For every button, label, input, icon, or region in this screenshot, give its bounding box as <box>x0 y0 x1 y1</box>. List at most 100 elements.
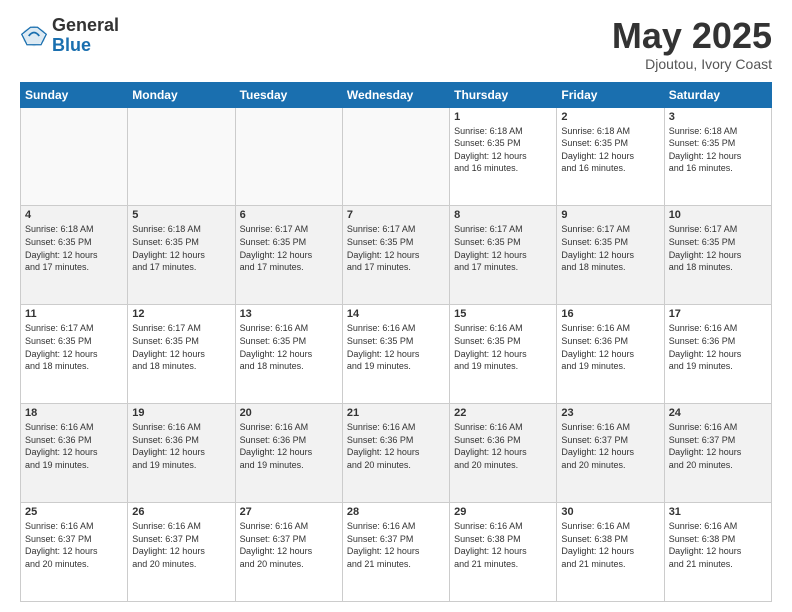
day-info: Sunrise: 6:17 AM Sunset: 6:35 PM Dayligh… <box>561 223 659 273</box>
day-number: 25 <box>25 506 123 518</box>
table-row: 21Sunrise: 6:16 AM Sunset: 6:36 PM Dayli… <box>342 404 449 503</box>
day-info: Sunrise: 6:17 AM Sunset: 6:35 PM Dayligh… <box>454 223 552 273</box>
table-row: 22Sunrise: 6:16 AM Sunset: 6:36 PM Dayli… <box>450 404 557 503</box>
calendar-week-row: 18Sunrise: 6:16 AM Sunset: 6:36 PM Dayli… <box>21 404 772 503</box>
col-wednesday: Wednesday <box>342 82 449 107</box>
day-info: Sunrise: 6:16 AM Sunset: 6:38 PM Dayligh… <box>561 520 659 570</box>
day-info: Sunrise: 6:16 AM Sunset: 6:38 PM Dayligh… <box>454 520 552 570</box>
day-info: Sunrise: 6:18 AM Sunset: 6:35 PM Dayligh… <box>669 125 767 175</box>
day-number: 3 <box>669 111 767 123</box>
table-row: 17 Sunrise: 6:16 AM Sunset: 6:36 PM Dayli… <box>664 305 771 404</box>
day-info: Sunrise: 6:16 AM Sunset: 6:35 PM Dayligh… <box>454 322 552 372</box>
day-info: Sunrise: 6:16 AM Sunset: 6:37 PM Dayligh… <box>347 520 445 570</box>
logo-text: General Blue <box>52 16 119 56</box>
table-row: 6 Sunrise: 6:17 AM Sunset: 6:35 PM Daylig… <box>235 206 342 305</box>
table-row: 27Sunrise: 6:16 AM Sunset: 6:37 PM Dayli… <box>235 503 342 602</box>
calendar-week-row: 25 Sunrise: 6:16 AM Sunset: 6:37 PM Dayli… <box>21 503 772 602</box>
table-row <box>342 107 449 206</box>
day-number: 20 <box>240 407 338 419</box>
table-row: 24Sunrise: 6:16 AM Sunset: 6:37 PM Dayli… <box>664 404 771 503</box>
day-number: 2 <box>561 111 659 123</box>
day-number: 6 <box>240 209 338 221</box>
table-row: 12 Sunrise: 6:17 AM Sunset: 6:35 PM Dayli… <box>128 305 235 404</box>
day-info: Sunrise: 6:18 AM Sunset: 6:35 PM Dayligh… <box>25 223 123 273</box>
day-number: 7 <box>347 209 445 221</box>
day-info: Sunrise: 6:16 AM Sunset: 6:35 PM Dayligh… <box>240 322 338 372</box>
day-number: 23 <box>561 407 659 419</box>
table-row <box>128 107 235 206</box>
day-info: Sunrise: 6:17 AM Sunset: 6:35 PM Dayligh… <box>25 322 123 372</box>
day-info: Sunrise: 6:17 AM Sunset: 6:35 PM Dayligh… <box>240 223 338 273</box>
day-info: Sunrise: 6:16 AM Sunset: 6:37 PM Dayligh… <box>25 520 123 570</box>
table-row: 28 Sunrise: 6:16 AM Sunset: 6:37 PM Dayli… <box>342 503 449 602</box>
day-number: 17 <box>669 308 767 320</box>
table-row: 25 Sunrise: 6:16 AM Sunset: 6:37 PM Dayli… <box>21 503 128 602</box>
day-number: 5 <box>132 209 230 221</box>
col-tuesday: Tuesday <box>235 82 342 107</box>
day-number: 12 <box>132 308 230 320</box>
calendar-week-row: 11 Sunrise: 6:17 AM Sunset: 6:35 PM Dayli… <box>21 305 772 404</box>
day-number: 14 <box>347 308 445 320</box>
table-row: 18Sunrise: 6:16 AM Sunset: 6:36 PM Dayli… <box>21 404 128 503</box>
day-info: Sunrise: 6:16 AM Sunset: 6:36 PM Dayligh… <box>669 322 767 372</box>
day-info: Sunrise: 6:18 AM Sunset: 6:35 PM Dayligh… <box>454 125 552 175</box>
day-number: 31 <box>669 506 767 518</box>
logo-general-text: General <box>52 16 119 36</box>
title-location: Djoutou, Ivory Coast <box>612 56 772 72</box>
day-number: 8 <box>454 209 552 221</box>
table-row: 10 Sunrise: 6:17 AM Sunset: 6:35 PM Dayli… <box>664 206 771 305</box>
day-number: 27 <box>240 506 338 518</box>
table-row: 9Sunrise: 6:17 AM Sunset: 6:35 PM Daylig… <box>557 206 664 305</box>
day-number: 13 <box>240 308 338 320</box>
logo-blue-text: Blue <box>52 36 119 56</box>
day-info: Sunrise: 6:17 AM Sunset: 6:35 PM Dayligh… <box>669 223 767 273</box>
table-row: 13 Sunrise: 6:16 AM Sunset: 6:35 PM Dayli… <box>235 305 342 404</box>
day-number: 29 <box>454 506 552 518</box>
table-row: 5Sunrise: 6:18 AM Sunset: 6:35 PM Daylig… <box>128 206 235 305</box>
col-monday: Monday <box>128 82 235 107</box>
table-row: 4 Sunrise: 6:18 AM Sunset: 6:35 PM Daylig… <box>21 206 128 305</box>
col-sunday: Sunday <box>21 82 128 107</box>
table-row <box>21 107 128 206</box>
day-number: 10 <box>669 209 767 221</box>
table-row: 11 Sunrise: 6:17 AM Sunset: 6:35 PM Dayli… <box>21 305 128 404</box>
day-info: Sunrise: 6:16 AM Sunset: 6:36 PM Dayligh… <box>132 421 230 471</box>
day-info: Sunrise: 6:16 AM Sunset: 6:36 PM Dayligh… <box>454 421 552 471</box>
logo: General Blue <box>20 16 119 56</box>
table-row: 26 Sunrise: 6:16 AM Sunset: 6:37 PM Dayli… <box>128 503 235 602</box>
day-info: Sunrise: 6:16 AM Sunset: 6:36 PM Dayligh… <box>561 322 659 372</box>
day-info: Sunrise: 6:16 AM Sunset: 6:36 PM Dayligh… <box>240 421 338 471</box>
table-row: 14 Sunrise: 6:16 AM Sunset: 6:35 PM Dayli… <box>342 305 449 404</box>
calendar-header-row: Sunday Monday Tuesday Wednesday Thursday… <box>21 82 772 107</box>
day-info: Sunrise: 6:17 AM Sunset: 6:35 PM Dayligh… <box>347 223 445 273</box>
day-number: 11 <box>25 308 123 320</box>
day-number: 30 <box>561 506 659 518</box>
table-row: 16Sunrise: 6:16 AM Sunset: 6:36 PM Dayli… <box>557 305 664 404</box>
day-info: Sunrise: 6:18 AM Sunset: 6:35 PM Dayligh… <box>561 125 659 175</box>
table-row: 23Sunrise: 6:16 AM Sunset: 6:37 PM Dayli… <box>557 404 664 503</box>
day-info: Sunrise: 6:16 AM Sunset: 6:35 PM Dayligh… <box>347 322 445 372</box>
table-row: 20 Sunrise: 6:16 AM Sunset: 6:36 PM Dayli… <box>235 404 342 503</box>
page: General Blue May 2025 Djoutou, Ivory Coa… <box>0 0 792 612</box>
table-row: 1Sunrise: 6:18 AM Sunset: 6:35 PM Daylig… <box>450 107 557 206</box>
day-number: 15 <box>454 308 552 320</box>
day-info: Sunrise: 6:16 AM Sunset: 6:37 PM Dayligh… <box>132 520 230 570</box>
day-number: 26 <box>132 506 230 518</box>
calendar-week-row: 4 Sunrise: 6:18 AM Sunset: 6:35 PM Daylig… <box>21 206 772 305</box>
day-number: 28 <box>347 506 445 518</box>
day-info: Sunrise: 6:16 AM Sunset: 6:36 PM Dayligh… <box>25 421 123 471</box>
day-info: Sunrise: 6:17 AM Sunset: 6:35 PM Dayligh… <box>132 322 230 372</box>
title-month: May 2025 <box>612 16 772 56</box>
day-number: 24 <box>669 407 767 419</box>
table-row: 7 Sunrise: 6:17 AM Sunset: 6:35 PM Daylig… <box>342 206 449 305</box>
logo-icon <box>20 22 48 50</box>
title-block: May 2025 Djoutou, Ivory Coast <box>612 16 772 72</box>
day-number: 4 <box>25 209 123 221</box>
table-row: 2 Sunrise: 6:18 AM Sunset: 6:35 PM Daylig… <box>557 107 664 206</box>
table-row: 29 Sunrise: 6:16 AM Sunset: 6:38 PM Dayli… <box>450 503 557 602</box>
table-row: 30 Sunrise: 6:16 AM Sunset: 6:38 PM Dayli… <box>557 503 664 602</box>
table-row: 8 Sunrise: 6:17 AM Sunset: 6:35 PM Daylig… <box>450 206 557 305</box>
table-row: 19Sunrise: 6:16 AM Sunset: 6:36 PM Dayli… <box>128 404 235 503</box>
calendar-week-row: 1Sunrise: 6:18 AM Sunset: 6:35 PM Daylig… <box>21 107 772 206</box>
table-row <box>235 107 342 206</box>
